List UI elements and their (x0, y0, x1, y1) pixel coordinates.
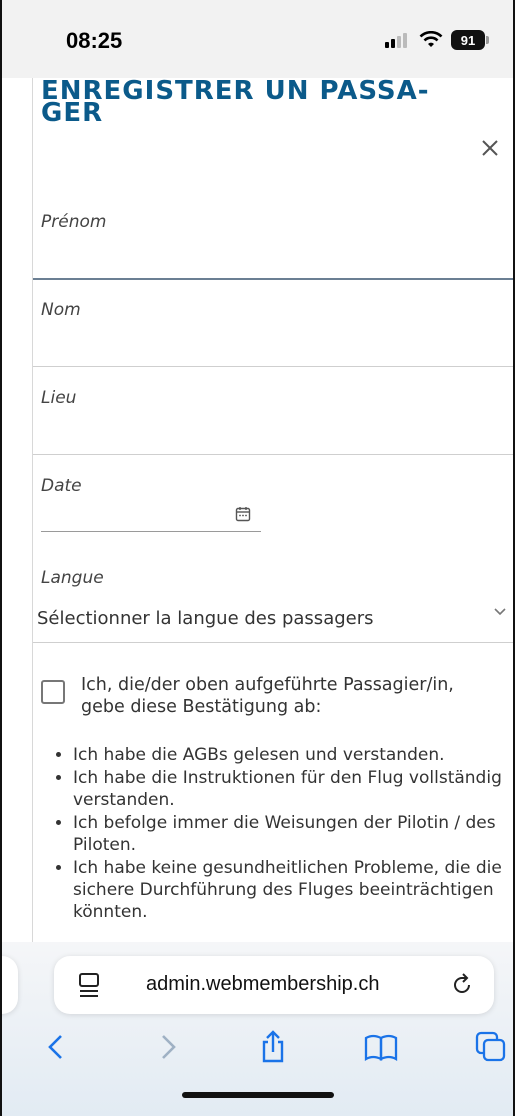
last-name-label: Nom (41, 300, 81, 320)
bookmarks-icon[interactable] (364, 1030, 398, 1064)
reload-icon[interactable] (450, 972, 474, 996)
battery-level: 91 (451, 30, 485, 50)
wifi-icon (419, 31, 443, 47)
close-icon[interactable] (476, 136, 504, 164)
consent-bullet: Ich habe die Instruktionen für den Flug … (73, 767, 507, 811)
tabs-icon[interactable] (474, 1030, 508, 1064)
consent-text: Ich, die/der oben aufgeführte Passagier/… (81, 675, 454, 717)
signal-icon (385, 33, 407, 48)
language-select[interactable]: Sélectionner la langue des passagers (37, 568, 513, 640)
consent-bullet: Ich befolge immer die Weisungen der Pilo… (73, 812, 507, 856)
date-label: Date (41, 476, 82, 496)
place-label: Lieu (41, 388, 77, 408)
home-indicator[interactable] (182, 1092, 334, 1098)
register-passenger-form: ENREGISTRER UN PASSA-GER Prénom Nom Lieu (32, 78, 513, 942)
page-menu-icon[interactable] (78, 972, 100, 998)
first-name-label: Prénom (41, 212, 107, 232)
place-input[interactable] (41, 418, 513, 454)
first-name-underline (33, 278, 513, 280)
place-underline (33, 454, 513, 455)
first-name-input[interactable] (41, 242, 513, 278)
last-name-field: Nom (33, 300, 513, 380)
last-name-underline (33, 366, 513, 367)
date-field: Date (41, 476, 513, 576)
status-icons: 91 (385, 30, 489, 50)
chevron-down-icon (494, 608, 506, 616)
forward-icon[interactable] (150, 1030, 184, 1064)
consent-bullet: Ich habe die AGBs gelesen und verstanden… (73, 744, 507, 766)
status-time: 08:25 (66, 28, 123, 53)
language-select-value: Sélectionner la langue des passagers (37, 608, 374, 629)
consent-checkbox[interactable] (41, 680, 65, 704)
browser-toolbar: admin.webmembership.ch (2, 942, 513, 1116)
address-url: admin.webmembership.ch (146, 973, 380, 995)
calendar-icon[interactable] (235, 506, 251, 522)
last-name-input[interactable] (41, 330, 513, 366)
status-bar: 08:25 91 (2, 0, 513, 78)
language-underline (33, 642, 513, 643)
previous-tab-pill[interactable] (2, 956, 18, 1014)
battery-icon: 91 (451, 30, 489, 50)
date-input[interactable] (41, 498, 261, 532)
place-field: Lieu (33, 388, 513, 468)
address-bar[interactable]: admin.webmembership.ch (54, 956, 494, 1014)
page-title: ENREGISTRER UN PASSA-GER (41, 78, 430, 128)
share-icon[interactable] (256, 1030, 290, 1064)
close-x-glyph (482, 140, 498, 156)
first-name-field: Prénom (33, 212, 513, 292)
consent-bullets: Ich habe die AGBs gelesen und verstanden… (47, 744, 507, 924)
battery-cap (486, 36, 489, 44)
phone-screen: 08:25 91 ENREGISTRER UN PASSA-GER Prénom… (0, 0, 515, 1116)
language-field: Langue Sélectionner la langue des passag… (33, 568, 513, 648)
consent-bullet: Ich habe keine gesundheitlichen Probleme… (73, 857, 507, 923)
back-icon[interactable] (40, 1030, 74, 1064)
